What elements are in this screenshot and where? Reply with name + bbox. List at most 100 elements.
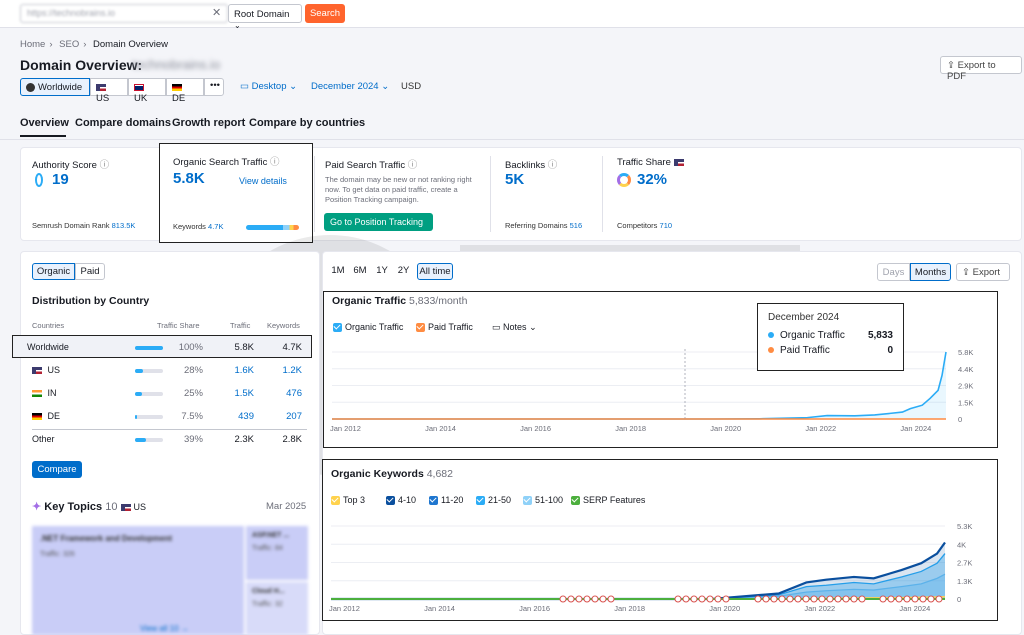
go-to-position-tracking-button[interactable]: Go to Position Tracking — [324, 213, 433, 231]
months-toggle[interactable]: Months — [910, 263, 951, 281]
page-title: Domain Overview: — [20, 57, 143, 73]
paid-search-traffic-label: Paid Search Traffic ⓘ — [325, 160, 418, 171]
toggle-organic[interactable]: Organic — [32, 263, 75, 280]
breadcrumb-home[interactable]: Home — [20, 39, 45, 50]
traffic-chart-subtitle: 5,833/month — [409, 295, 468, 307]
series-area-4-10 — [331, 542, 945, 599]
backlinks-value[interactable]: 5K — [505, 171, 524, 188]
compare-button[interactable]: Compare — [32, 461, 82, 478]
legend-organic-traffic[interactable]: Organic Traffic — [333, 322, 403, 333]
y-tick-label: 1.3K — [957, 577, 972, 586]
db-de-button[interactable]: DE — [166, 78, 204, 104]
tab-compare-by-countries[interactable]: Compare by countries — [249, 117, 365, 129]
authority-score-value[interactable]: 19 — [52, 171, 69, 188]
topic-tile-large[interactable]: .NET Framework and Development Traffic: … — [32, 526, 244, 635]
traffic-value[interactable]: 439 — [221, 411, 254, 422]
scope-select[interactable]: Root Domain ⌄ — [228, 4, 302, 30]
country-name[interactable]: Worldwide — [27, 342, 69, 352]
traffic-share-value: 28% — [183, 365, 203, 376]
traffic-value: 5.8K — [234, 342, 254, 353]
country-name[interactable]: IN — [32, 388, 57, 398]
traffic-value[interactable]: 1.6K — [221, 365, 254, 376]
view-all-topics-link[interactable]: View all 10 → — [140, 624, 189, 633]
legend-4-10[interactable]: 4-10 — [386, 495, 417, 506]
country-name[interactable]: US — [32, 365, 60, 375]
legend-label: SERP Features — [583, 495, 646, 505]
topic-traffic: Traffic: 326 — [40, 551, 75, 558]
range-1y[interactable]: 1Y — [374, 263, 390, 280]
range-1m[interactable]: 1M — [329, 263, 347, 280]
us-flag-icon — [120, 503, 131, 511]
topic-name: Cloud H... — [252, 588, 285, 595]
checkbox-icon — [333, 323, 342, 333]
key-topics-treemap[interactable]: .NET Framework and Development Traffic: … — [32, 526, 308, 635]
more-options-button[interactable]: ••• — [204, 78, 224, 96]
legend-top-3[interactable]: Top 3 — [331, 495, 365, 506]
tab-compare-domains[interactable]: Compare domains — [75, 117, 171, 129]
chevron-right-icon: › — [49, 39, 53, 50]
range-6m[interactable]: 6M — [351, 263, 369, 280]
db-uk-button[interactable]: UK — [128, 78, 166, 104]
divider — [602, 156, 603, 232]
legend-label: 4-10 — [398, 495, 417, 505]
traffic-share-value[interactable]: 32% — [637, 171, 667, 188]
days-toggle[interactable]: Days — [877, 263, 910, 281]
keywords-value[interactable]: 1.2K — [267, 365, 302, 376]
topic-tile[interactable]: ASP.NET ... Traffic: 84 — [246, 526, 308, 580]
export-button[interactable]: ⇪ Export — [956, 263, 1010, 281]
organic-keywords-value[interactable]: 4.7K — [208, 222, 223, 231]
x-tick-label: Jan 2014 — [424, 604, 455, 613]
traffic-share-value: 39% — [183, 434, 203, 445]
tab-overview[interactable]: Overview — [20, 117, 69, 129]
search-button[interactable]: Search — [305, 4, 345, 23]
export-pdf-button[interactable]: ⇪ Export to PDF — [940, 56, 1022, 82]
competitors-value[interactable]: 710 — [660, 221, 673, 230]
device-select[interactable]: ▭ Desktop ⌄ — [240, 81, 297, 92]
google-update-marker — [559, 595, 567, 603]
country-name[interactable]: Other — [32, 434, 55, 444]
keywords-chart-title: Organic Keywords 4,682 — [331, 468, 453, 480]
google-update-marker — [682, 595, 690, 603]
google-update-marker — [762, 595, 770, 603]
upload-icon: ⇪ — [962, 267, 970, 278]
info-icon: ⓘ — [269, 157, 280, 168]
google-update-marker — [887, 595, 895, 603]
organic-traffic-value[interactable]: 5.8K — [173, 170, 205, 187]
db-worldwide-button[interactable]: Worldwide — [20, 78, 90, 96]
x-tick-label: Jan 2024 — [899, 604, 930, 613]
keywords-value[interactable]: 476 — [267, 388, 302, 399]
legend-21-50[interactable]: 21-50 — [476, 495, 511, 506]
range-all-time[interactable]: All time — [417, 263, 453, 280]
tab-growth-report[interactable]: Growth report — [172, 117, 245, 129]
legend-paid-traffic[interactable]: Paid Traffic — [416, 322, 473, 333]
referring-domains-value[interactable]: 516 — [570, 221, 583, 230]
topic-traffic: Traffic: 32 — [252, 601, 283, 608]
google-update-marker — [810, 595, 818, 603]
domain-search-input[interactable]: https://technobrains.io — [20, 4, 228, 23]
db-de-label: DE — [172, 93, 186, 104]
date-select[interactable]: December 2024 ⌄ — [311, 81, 389, 92]
close-icon[interactable]: ✕ — [212, 6, 221, 19]
checkbox-icon — [476, 496, 485, 506]
notes-dropdown[interactable]: ▭ Notes ⌄ — [492, 322, 537, 333]
upload-icon: ⇪ — [947, 60, 955, 71]
keywords-plot[interactable]: 0 1.3K 2.7K 4K 5.3K Jan 2012 Jan 2014 Jan 2016 J… — [323, 516, 996, 619]
chevron-down-icon: ⌄ — [234, 21, 241, 30]
info-icon: ⓘ — [99, 160, 110, 171]
range-2y[interactable]: 2Y — [395, 263, 412, 280]
keywords-value[interactable]: 207 — [267, 411, 302, 422]
view-details-link[interactable]: View details — [239, 176, 287, 186]
google-update-marker — [722, 595, 730, 603]
traffic-value[interactable]: 1.5K — [221, 388, 254, 399]
legend-51-100[interactable]: 51-100 — [523, 495, 563, 506]
traffic-share-fill — [135, 438, 146, 442]
toggle-paid[interactable]: Paid — [75, 263, 105, 280]
db-us-button[interactable]: US — [90, 78, 128, 104]
breadcrumb-seo[interactable]: SEO — [59, 39, 79, 50]
legend-11-20[interactable]: 11-20 — [429, 495, 463, 506]
legend-serp-features[interactable]: SERP Features — [571, 495, 646, 506]
keywords-value: 4.7K — [282, 342, 302, 353]
topic-tile[interactable]: Cloud H... Traffic: 32 — [246, 582, 308, 635]
country-name[interactable]: DE — [32, 411, 60, 421]
domain-rank-value[interactable]: 813.5K — [112, 221, 136, 230]
